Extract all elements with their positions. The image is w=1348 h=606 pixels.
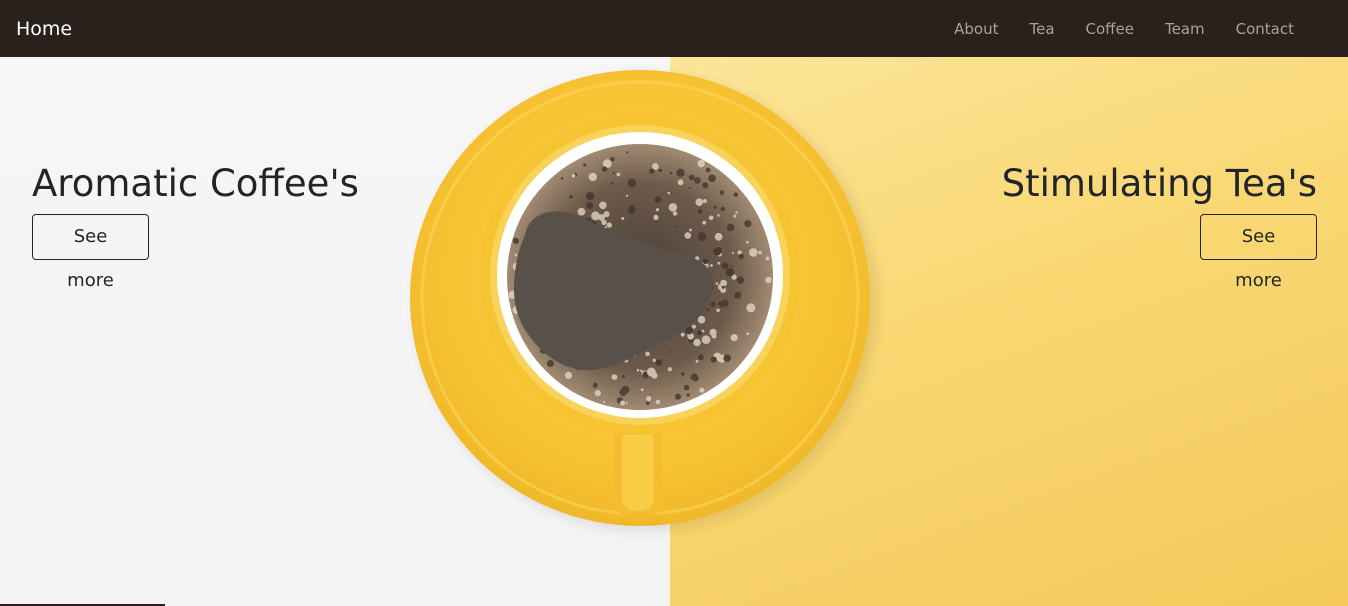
coffee-see-more-button[interactable]: See more	[32, 214, 149, 291]
navbar: Home About Tea Coffee Team Contact	[0, 0, 1348, 57]
nav-link-contact[interactable]: Contact	[1205, 18, 1294, 40]
nav-link-about[interactable]: About	[923, 18, 998, 40]
home-link[interactable]: Home	[16, 17, 72, 41]
hero-section: Aromatic Coffee's See more Stimulating T…	[0, 57, 1348, 606]
nav-link-team[interactable]: Team	[1134, 18, 1205, 40]
tea-see-more-button[interactable]: See more	[1200, 214, 1317, 291]
nav-link-tea[interactable]: Tea	[998, 18, 1054, 40]
coffee-cup-image	[410, 70, 878, 532]
nav-links: About Tea Coffee Team Contact	[923, 18, 1294, 40]
coffee-heading: Aromatic Coffee's	[32, 162, 359, 205]
tea-heading: Stimulating Tea's	[1001, 162, 1317, 205]
nav-link-coffee[interactable]: Coffee	[1055, 18, 1134, 40]
